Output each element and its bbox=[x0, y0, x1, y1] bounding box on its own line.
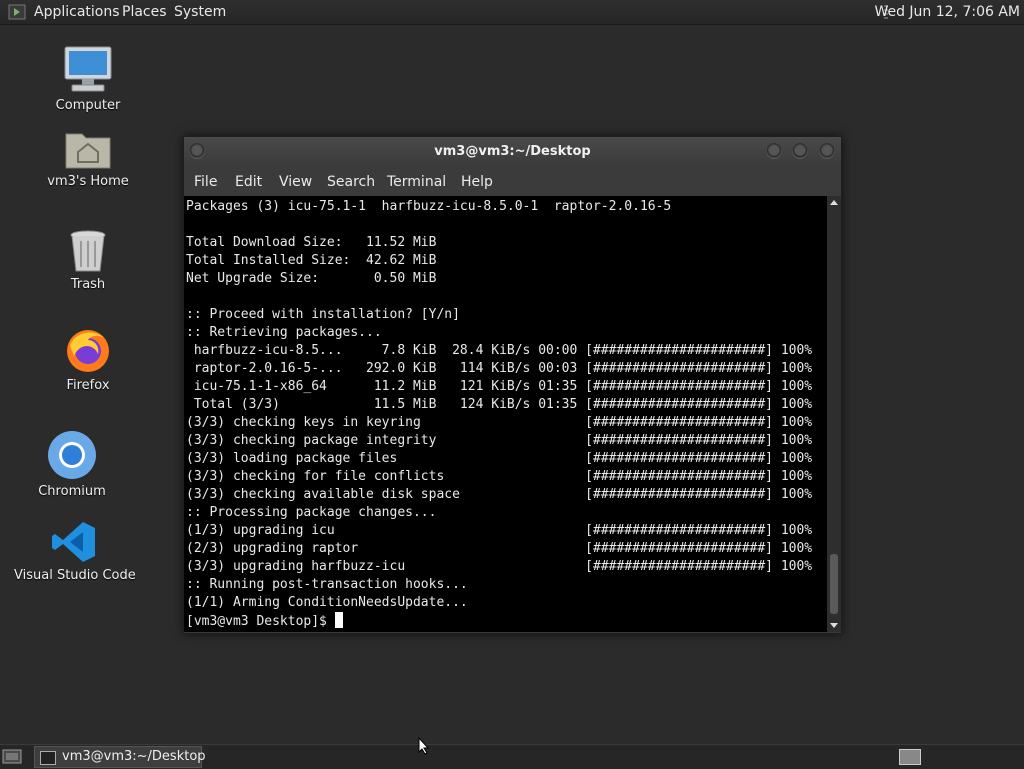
terminal-line: icu-75.1-1-x86_64 11.2 MiB 121 KiB/s 01:… bbox=[186, 379, 813, 394]
places-menu[interactable]: Places bbox=[122, 0, 167, 24]
desktop-icon-vscode[interactable]: Visual Studio Code bbox=[14, 520, 136, 583]
close-button[interactable] bbox=[819, 143, 835, 159]
minimize-button[interactable] bbox=[766, 143, 782, 159]
menu-help[interactable]: Help bbox=[461, 167, 493, 197]
desktop-icon-chromium[interactable]: Chromium bbox=[32, 430, 112, 499]
window-title: vm3@vm3:~/Desktop bbox=[434, 144, 591, 159]
scroll-up-arrow-icon[interactable] bbox=[830, 200, 838, 205]
desktop-icon-computer[interactable]: Computer bbox=[48, 44, 128, 113]
text-cursor bbox=[334, 612, 343, 628]
system-menu[interactable]: System bbox=[174, 0, 226, 24]
vertical-scrollbar[interactable] bbox=[827, 196, 841, 632]
terminal-line: :: Retrieving packages... bbox=[186, 325, 382, 340]
applications-menu[interactable]: Applications bbox=[34, 0, 120, 24]
menu-file[interactable]: File bbox=[194, 167, 217, 197]
terminal-line: Total Download Size: 11.52 MiB bbox=[186, 235, 437, 250]
title-bar[interactable]: vm3@vm3:~/Desktop bbox=[184, 137, 841, 167]
firefox-icon bbox=[67, 330, 109, 372]
terminal-line: Total (3/3) 11.5 MiB 124 KiB/s 01:35 [##… bbox=[186, 397, 813, 412]
maximize-button[interactable] bbox=[792, 143, 808, 159]
menu-edit[interactable]: Edit bbox=[235, 167, 262, 197]
terminal-line: (3/3) upgrading harfbuzz-icu [##########… bbox=[186, 559, 813, 574]
show-desktop-icon[interactable] bbox=[2, 748, 22, 765]
computer-icon bbox=[64, 46, 112, 92]
terminal-line: (3/3) checking package integrity [######… bbox=[186, 433, 813, 448]
terminal-window[interactable]: vm3@vm3:~/Desktop File Edit View Search … bbox=[183, 136, 842, 634]
terminal-output[interactable]: Packages (3) icu-75.1-1 harfbuzz-icu-8.5… bbox=[184, 196, 827, 632]
terminal-line: Net Upgrade Size: 0.50 MiB bbox=[186, 271, 437, 286]
terminal-line: (3/3) loading package files [###########… bbox=[186, 451, 813, 466]
desktop-icon-trash[interactable]: Trash bbox=[48, 229, 128, 292]
terminal-line: Packages (3) icu-75.1-1 harfbuzz-icu-8.5… bbox=[186, 199, 672, 214]
terminal-line: (3/3) checking keys in keyring [########… bbox=[186, 415, 813, 430]
terminal-line: (3/3) checking available disk space [###… bbox=[186, 487, 813, 502]
terminal-text: Packages (3) icu-75.1-1 harfbuzz-icu-8.5… bbox=[186, 198, 812, 631]
scrollbar-thumb[interactable] bbox=[830, 554, 838, 614]
terminal-icon bbox=[40, 751, 56, 765]
desktop-icon-label: Computer bbox=[55, 98, 121, 113]
desktop-icon-home[interactable]: vm3's Home bbox=[44, 128, 132, 189]
desktop-icon-label: Visual Studio Code bbox=[14, 568, 136, 583]
desktop-icon-label: Chromium bbox=[38, 484, 106, 499]
clock[interactable]: Wed Jun 12, 7:06 AM bbox=[874, 0, 1020, 24]
applications-menu-icon[interactable] bbox=[8, 4, 26, 20]
terminal-line: (2/3) upgrading raptor [################… bbox=[186, 541, 813, 556]
shell-prompt: [vm3@vm3 Desktop]$ bbox=[186, 614, 335, 629]
terminal-line: harfbuzz-icu-8.5... 7.8 KiB 28.4 KiB/s 0… bbox=[186, 343, 813, 358]
terminal-line: raptor-2.0.16-5-... 292.0 KiB 114 KiB/s … bbox=[186, 361, 813, 376]
desktop-icon-label: vm3's Home bbox=[47, 174, 129, 189]
terminal-line: :: Running post-transaction hooks... bbox=[186, 577, 468, 592]
taskbar-terminal-button[interactable]: vm3@vm3:~/Desktop bbox=[34, 746, 206, 768]
terminal-line: (1/3) upgrading icu [###################… bbox=[186, 523, 813, 538]
top-panel: Applications Places System Wed Jun 12, 7… bbox=[0, 0, 1024, 25]
bottom-panel: vm3@vm3:~/Desktop bbox=[0, 744, 1024, 769]
terminal-line: Total Installed Size: 42.62 MiB bbox=[186, 253, 437, 268]
taskbar-label: vm3@vm3:~/Desktop bbox=[62, 749, 206, 764]
mouse-pointer-icon bbox=[418, 737, 430, 755]
terminal-line: :: Proceed with installation? [Y/n] bbox=[186, 307, 460, 322]
workspace-switcher[interactable] bbox=[899, 749, 921, 765]
vscode-icon bbox=[52, 522, 95, 562]
terminal-line: :: Processing package changes... bbox=[186, 505, 437, 520]
home-folder-icon bbox=[65, 133, 111, 169]
prompt-line[interactable]: [vm3@vm3 Desktop]$ bbox=[186, 612, 812, 631]
menu-terminal[interactable]: Terminal bbox=[387, 167, 446, 197]
desktop-icon-firefox[interactable]: Firefox bbox=[48, 326, 128, 393]
desktop-icon-label: Firefox bbox=[66, 378, 110, 393]
scroll-down-arrow-icon[interactable] bbox=[830, 623, 838, 628]
menu-bar: File Edit View Search Terminal Help bbox=[184, 167, 841, 196]
trash-icon bbox=[70, 230, 106, 272]
terminal-line: (3/3) checking for file conflicts [#####… bbox=[186, 469, 813, 484]
desktop-icon-label: Trash bbox=[70, 277, 106, 292]
terminal-line: (1/1) Arming ConditionNeedsUpdate... bbox=[186, 595, 468, 610]
chromium-icon bbox=[48, 431, 96, 479]
menu-view[interactable]: View bbox=[279, 167, 312, 197]
menu-search[interactable]: Search bbox=[327, 167, 375, 197]
